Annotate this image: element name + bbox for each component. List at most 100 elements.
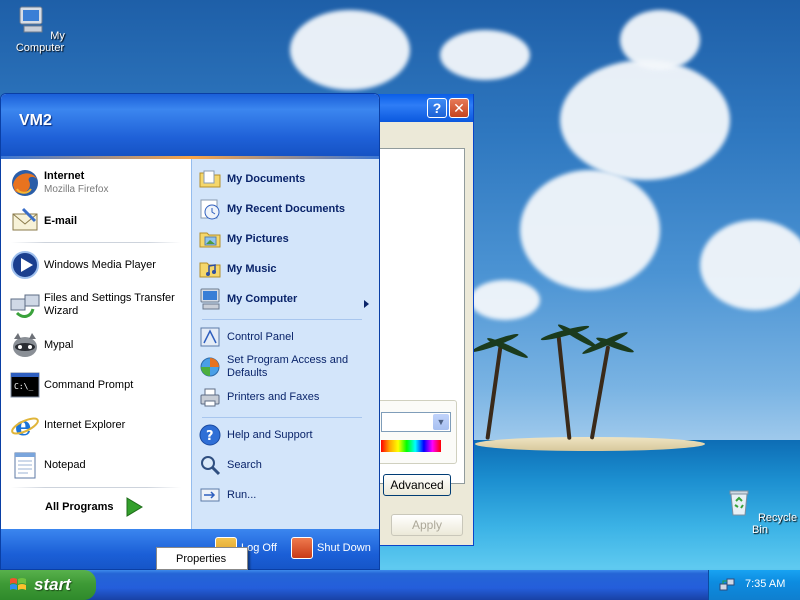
place-label: My Documents	[227, 173, 306, 185]
dialog-dropdown[interactable]: ▼	[381, 412, 451, 432]
start-button[interactable]: start	[0, 570, 96, 600]
chevron-down-icon[interactable]: ▼	[433, 414, 449, 430]
svg-text:e: e	[15, 412, 32, 441]
svg-text:C:\_: C:\_	[14, 382, 33, 391]
start-menu-header: VM2	[1, 94, 379, 156]
place-my-music[interactable]: My Music	[198, 257, 277, 281]
command-prompt-icon: C:\_	[10, 372, 40, 398]
wallpaper-cloud	[560, 60, 730, 180]
background-dialog-window: ? ✕ ▼ Advanced Apply	[370, 94, 474, 546]
recent-item-label: Windows Media Player	[44, 258, 156, 271]
recent-item-label: Command Prompt	[44, 378, 134, 391]
shut-down-button[interactable]: Shut Down	[291, 537, 371, 559]
start-label: start	[34, 575, 71, 594]
all-programs-separator	[11, 487, 181, 488]
submenu-arrow-icon	[364, 300, 369, 308]
system-printers-faxes[interactable]: Printers and Faxes	[198, 385, 319, 409]
control-panel-icon	[200, 327, 220, 347]
context-menu: Properties	[156, 547, 248, 570]
clock[interactable]: 7:35 AM	[745, 578, 785, 590]
pinned-item-title: Internet	[44, 170, 85, 182]
recent-item-transfer-wizard[interactable]: Files and Settings Transfer Wizard	[9, 289, 179, 321]
help-button[interactable]: ?	[427, 98, 447, 118]
system-label: Set Program Access and Defaults	[227, 354, 349, 379]
places-separator	[202, 319, 362, 320]
run-icon	[200, 488, 220, 502]
search-item[interactable]: Search	[198, 453, 262, 477]
place-my-recent-documents[interactable]: My Recent Documents	[198, 197, 345, 221]
recent-documents-icon	[200, 199, 220, 220]
desktop-icon-recycle-bin[interactable]: Recycle Bin	[720, 486, 800, 536]
taskbar: start 7:35 AM	[0, 570, 800, 600]
pinned-item-subtitle: Mozilla Firefox	[44, 184, 109, 195]
place-my-computer[interactable]: My Computer	[198, 287, 297, 311]
all-programs-button[interactable]: All Programs	[45, 497, 144, 517]
svg-text:?: ?	[206, 429, 214, 444]
my-computer-icon	[200, 288, 220, 310]
system-control-panel[interactable]: Control Panel	[198, 325, 294, 349]
wallpaper-cloud	[470, 280, 540, 320]
recent-item-label: Mypal	[44, 338, 74, 351]
close-button[interactable]: ✕	[449, 98, 469, 118]
place-label: My Computer	[227, 293, 298, 305]
wallpaper-cloud	[440, 30, 530, 80]
recent-item-media-player[interactable]: Windows Media Player	[9, 249, 156, 281]
my-music-icon	[199, 262, 221, 278]
wallpaper-island	[475, 437, 705, 451]
all-programs-label: All Programs	[45, 501, 114, 513]
place-my-documents[interactable]: My Documents	[198, 167, 305, 191]
firefox-icon	[12, 170, 38, 196]
help-label: Search	[227, 459, 262, 471]
my-documents-icon	[199, 170, 221, 188]
recent-item-command-prompt[interactable]: C:\_ Command Prompt	[9, 369, 133, 401]
my-computer-icon	[19, 6, 43, 33]
help-label: Run...	[227, 489, 257, 501]
recent-item-internet-explorer[interactable]: e Internet Explorer	[9, 409, 125, 441]
mypal-icon	[13, 333, 37, 357]
pinned-item-email[interactable]: E-mail	[9, 205, 77, 237]
pinned-item-internet[interactable]: Internet Mozilla Firefox	[9, 167, 108, 199]
recent-item-label: Files and Settings Transfer Wizard	[44, 292, 175, 317]
help-and-support[interactable]: ? Help and Support	[198, 423, 313, 447]
transfer-wizard-icon	[10, 294, 40, 318]
start-menu: VM2 Internet Mozilla Firefox E-mail Wind…	[0, 93, 380, 570]
internet-explorer-icon: e	[11, 412, 39, 441]
recycle-bin-icon	[729, 490, 749, 516]
wallpaper-cloud	[520, 170, 660, 290]
my-pictures-icon	[199, 232, 221, 248]
power-icon	[291, 537, 313, 559]
desktop-icon-my-computer[interactable]: My Computer	[0, 4, 80, 54]
recent-item-label: Internet Explorer	[44, 418, 126, 431]
recent-item-notepad[interactable]: Notepad	[9, 449, 86, 481]
system-separator	[202, 417, 362, 418]
shut-down-label: Shut Down	[317, 542, 371, 554]
arrow-right-icon	[126, 497, 144, 517]
system-label: Printers and Faxes	[227, 391, 320, 403]
place-label: My Recent Documents	[227, 203, 345, 215]
network-icon[interactable]	[719, 577, 735, 593]
search-icon	[201, 456, 221, 476]
apply-button[interactable]: Apply	[391, 514, 463, 536]
pinned-separator	[11, 242, 181, 243]
place-label: My Pictures	[227, 233, 289, 245]
wallpaper-cloud	[700, 220, 800, 310]
recent-item-mypal[interactable]: Mypal	[9, 329, 73, 361]
desktop-icon-label: Recycle Bin	[752, 512, 798, 536]
dialog-group-box	[377, 400, 457, 464]
system-label: Control Panel	[227, 331, 294, 343]
pinned-item-title: E-mail	[44, 214, 78, 227]
system-program-access[interactable]: Set Program Access and Defaults	[198, 354, 352, 380]
place-label: My Music	[227, 263, 277, 275]
wallpaper-cloud	[620, 10, 700, 70]
run-item[interactable]: Run...	[198, 483, 256, 507]
wallpaper-cloud	[290, 10, 410, 90]
color-spectrum-preview	[381, 440, 441, 452]
program-access-icon	[200, 357, 220, 377]
windows-logo-icon	[10, 578, 26, 590]
advanced-button[interactable]: Advanced	[383, 474, 451, 496]
system-tray: 7:35 AM	[708, 570, 800, 600]
context-menu-item-properties[interactable]: Properties	[176, 553, 226, 565]
dialog-title-bar: ? ✕	[371, 94, 473, 122]
printer-icon	[200, 388, 220, 407]
place-my-pictures[interactable]: My Pictures	[198, 227, 289, 251]
